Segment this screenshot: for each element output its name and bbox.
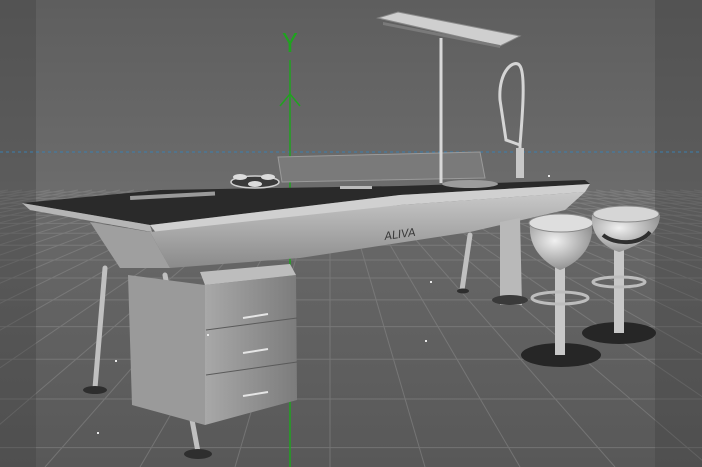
leg-foot [184, 449, 212, 459]
leg-foot [83, 386, 107, 394]
stool-column [555, 265, 565, 355]
cooktop[interactable] [230, 174, 280, 189]
safe-frame-left [0, 0, 36, 467]
safe-frame-right [655, 0, 702, 467]
leg-foot [457, 288, 469, 294]
cabinet-side [128, 275, 205, 425]
support-base [492, 295, 528, 305]
drawer-cabinet[interactable] [128, 264, 298, 425]
cooking-utensil [340, 186, 372, 189]
y-axis-label: Y [282, 29, 298, 59]
rear-support [500, 218, 522, 305]
3d-viewport[interactable]: Y ALIVA [0, 0, 702, 467]
stool-column [614, 250, 624, 333]
sink-basin [442, 180, 498, 188]
stool-seat-top [528, 213, 594, 233]
viewport-canvas[interactable]: Y ALIVA [0, 0, 702, 467]
cabinet-front [205, 275, 297, 425]
backsplash-panel [277, 151, 486, 183]
stool-seat-top [592, 205, 660, 223]
